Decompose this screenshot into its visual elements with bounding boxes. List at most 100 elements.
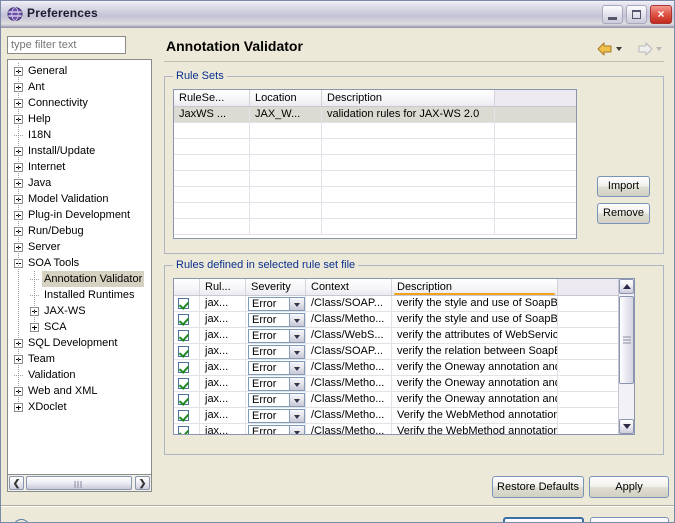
severity-select[interactable]: Error — [248, 409, 290, 423]
checkbox-checked-icon[interactable] — [178, 362, 189, 373]
severity-select[interactable]: Error — [248, 393, 290, 407]
table-row[interactable]: jax... Error/Class/SOAP... verify the styl… — [174, 296, 634, 312]
severity-select[interactable]: Error — [248, 377, 290, 391]
table-row-empty[interactable] — [174, 155, 576, 171]
rule-enabled-cell[interactable] — [174, 392, 200, 407]
sidebar-item-web-and-xml[interactable]: Web and XML — [8, 383, 151, 399]
rule-enabled-cell[interactable] — [174, 360, 200, 375]
rule-enabled-cell[interactable] — [174, 312, 200, 327]
severity-cell[interactable]: Error — [246, 392, 306, 407]
chevron-down-icon[interactable] — [289, 329, 305, 343]
tree-horizontal-scrollbar[interactable]: ❮ ❯ — [7, 474, 152, 492]
column-header[interactable]: Location — [250, 90, 322, 106]
scroll-up-icon[interactable] — [619, 279, 634, 294]
sidebar-item-ant[interactable]: Ant — [8, 79, 151, 95]
severity-cell[interactable]: Error — [246, 408, 306, 423]
sidebar-item-validation[interactable]: Validation — [8, 367, 151, 383]
chevron-down-icon[interactable] — [289, 345, 305, 359]
column-header[interactable] — [495, 90, 576, 106]
table-row[interactable]: jax... Error/Class/Metho... verify the One… — [174, 392, 634, 408]
sidebar-item-installed-runtimes[interactable]: Installed Runtimes — [8, 287, 151, 303]
sidebar-item-run-debug[interactable]: Run/Debug — [8, 223, 151, 239]
table-row-empty[interactable] — [174, 187, 576, 203]
remove-button[interactable]: Remove — [597, 203, 650, 224]
sidebar-item-install-update[interactable]: Install/Update — [8, 143, 151, 159]
sidebar-item-connectivity[interactable]: Connectivity — [8, 95, 151, 111]
severity-cell[interactable]: Error — [246, 360, 306, 375]
chevron-down-icon[interactable] — [289, 393, 305, 407]
maximize-button[interactable] — [626, 5, 647, 24]
table-row-empty[interactable] — [174, 203, 576, 219]
table-row-empty[interactable] — [174, 219, 576, 235]
column-header[interactable]: Description — [322, 90, 495, 106]
checkbox-checked-icon[interactable] — [178, 298, 189, 309]
checkbox-checked-icon[interactable] — [178, 394, 189, 405]
table-row[interactable]: jax... Error/Class/Metho... Verify the Web… — [174, 408, 634, 424]
scrollbar-thumb[interactable] — [619, 296, 634, 384]
back-dropdown-icon[interactable] — [616, 47, 622, 51]
help-icon[interactable]: ? — [13, 519, 30, 522]
import-button[interactable]: Import — [597, 176, 650, 197]
table-row[interactable]: JaxWS ... JAX_W... validation rules for JA… — [174, 107, 576, 123]
checkbox-checked-icon[interactable] — [178, 346, 189, 357]
sidebar-item-sca[interactable]: SCA — [8, 319, 151, 335]
column-header[interactable]: Rul... — [200, 279, 246, 295]
table-row[interactable]: jax... Error/Class/WebS... verify the attr… — [174, 328, 634, 344]
ok-button[interactable]: OK — [503, 517, 584, 522]
severity-select[interactable]: Error — [248, 425, 290, 434]
severity-cell[interactable]: Error — [246, 376, 306, 391]
search-input[interactable] — [7, 36, 126, 54]
sidebar-item-internet[interactable]: Internet — [8, 159, 151, 175]
sidebar-item-annotation-validator[interactable]: Annotation Validator — [8, 271, 151, 287]
column-header[interactable]: Description — [392, 279, 558, 295]
rule-sets-table[interactable]: RuleSe... Location Description JaxWS ... JA… — [173, 89, 577, 239]
sidebar-item-server[interactable]: Server — [8, 239, 151, 255]
table-row-empty[interactable] — [174, 139, 576, 155]
preferences-tree[interactable]: General Ant Connectivity Help I18N Install/Up… — [7, 59, 152, 474]
sidebar-item-xdoclet[interactable]: XDoclet — [8, 399, 151, 415]
restore-defaults-button[interactable]: Restore Defaults — [492, 476, 584, 498]
minimize-button[interactable] — [602, 5, 623, 24]
close-button[interactable]: × — [650, 5, 672, 24]
sidebar-item-general[interactable]: General — [8, 63, 151, 79]
column-header-blank[interactable] — [558, 279, 620, 295]
rule-enabled-cell[interactable] — [174, 376, 200, 391]
nav-back-button[interactable] — [597, 42, 622, 56]
sidebar-item-model-validation[interactable]: Model Validation — [8, 191, 151, 207]
rule-enabled-cell[interactable] — [174, 408, 200, 423]
checkbox-checked-icon[interactable] — [178, 426, 189, 434]
table-row[interactable]: jax... Error/Class/Metho... verify the One… — [174, 376, 634, 392]
rule-enabled-cell[interactable] — [174, 328, 200, 343]
rule-enabled-cell[interactable] — [174, 344, 200, 359]
severity-cell[interactable]: Error — [246, 312, 306, 327]
sidebar-item-i18n[interactable]: I18N — [8, 127, 151, 143]
table-row-empty[interactable] — [174, 123, 576, 139]
table-row-empty[interactable] — [174, 171, 576, 187]
table-row[interactable]: jax... Error/Class/SOAP... verify the rela… — [174, 344, 634, 360]
chevron-down-icon[interactable] — [289, 377, 305, 391]
scroll-right-icon[interactable]: ❯ — [135, 476, 150, 490]
sidebar-item-help[interactable]: Help — [8, 111, 151, 127]
rule-enabled-cell[interactable] — [174, 296, 200, 311]
cancel-button[interactable]: Cancel — [590, 517, 669, 522]
sidebar-item-team[interactable]: Team — [8, 351, 151, 367]
severity-cell[interactable]: Error — [246, 424, 306, 434]
rule-enabled-cell[interactable] — [174, 424, 200, 434]
column-header[interactable]: Context — [306, 279, 392, 295]
rules-table[interactable]: Rul... Severity Context Description jax... E… — [173, 278, 635, 435]
severity-cell[interactable]: Error — [246, 296, 306, 311]
sidebar-item-sql-development[interactable]: SQL Development — [8, 335, 151, 351]
table-row[interactable]: jax... Error/Class/Metho... Verify the Web… — [174, 424, 634, 434]
sidebar-item-java[interactable]: Java — [8, 175, 151, 191]
column-header[interactable]: RuleSe... — [174, 90, 250, 106]
chevron-down-icon[interactable] — [289, 313, 305, 327]
chevron-down-icon[interactable] — [289, 425, 305, 434]
sidebar-item-plug-in-development[interactable]: Plug-in Development — [8, 207, 151, 223]
severity-cell[interactable]: Error — [246, 344, 306, 359]
scrollbar-thumb[interactable] — [26, 476, 132, 490]
sidebar-item-soa-tools[interactable]: SOA Tools — [8, 255, 151, 271]
checkbox-checked-icon[interactable] — [178, 314, 189, 325]
severity-select[interactable]: Error — [248, 313, 290, 327]
severity-select[interactable]: Error — [248, 361, 290, 375]
apply-button[interactable]: Apply — [589, 476, 669, 498]
